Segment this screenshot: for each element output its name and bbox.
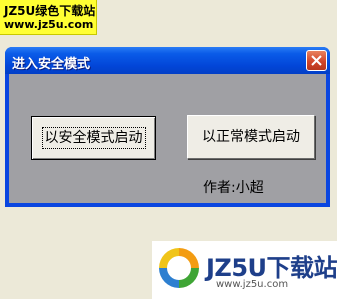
normal-mode-start-label: 以正常模式启动 xyxy=(202,129,300,145)
jz5u-logo-icon xyxy=(159,248,199,288)
brand-name: JZ5U下载站 xyxy=(206,254,337,282)
brand-url: www.jz5u.com xyxy=(216,279,289,290)
close-button[interactable] xyxy=(306,50,327,71)
brand-watermark: JZ5U下载站 www.jz5u.com xyxy=(152,241,337,299)
safe-mode-start-button[interactable]: 以安全模式启动 xyxy=(31,116,156,160)
safe-mode-dialog: 进入安全模式 以安全模式启动 以正常模式启动 作者:小超 xyxy=(5,47,330,207)
window-title: 进入安全模式 xyxy=(12,57,91,72)
normal-mode-start-button[interactable]: 以正常模式启动 xyxy=(187,115,315,159)
site-watermark: JZ5U绿色下载站 www.jz5u.com xyxy=(0,0,97,35)
watermark-site-url: www.jz5u.com xyxy=(4,18,94,31)
close-icon xyxy=(311,55,322,66)
safe-mode-start-label: 以安全模式启动 xyxy=(41,127,146,149)
author-label: 作者:小超 xyxy=(203,180,264,196)
watermark-site-name: JZ5U绿色下载站 xyxy=(4,4,96,18)
dialog-client-area: 以安全模式启动 以正常模式启动 作者:小超 xyxy=(9,74,326,203)
title-bar[interactable]: 进入安全模式 xyxy=(5,47,330,74)
